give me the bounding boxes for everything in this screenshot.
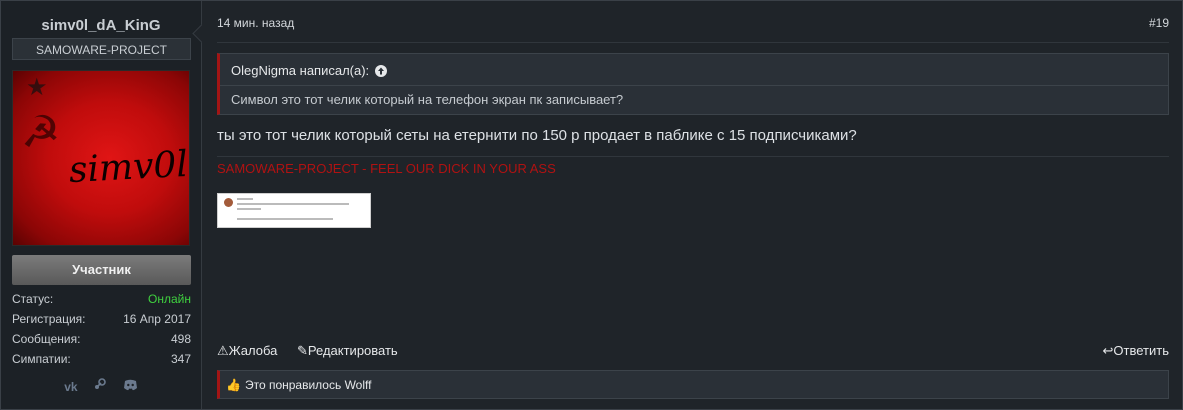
- reply-label: Ответить: [1113, 343, 1169, 358]
- signature-divider: [217, 156, 1169, 157]
- user-sidebar: simv0l_dA_KinG SAMOWARE-PROJECT ★ ☭ simv…: [1, 1, 202, 409]
- reply-icon: ↩: [1102, 343, 1114, 358]
- stat-label: Сообщения:: [12, 332, 81, 346]
- discord-icon[interactable]: [123, 379, 138, 394]
- report-button[interactable]: ⚠Жалоба: [217, 343, 277, 359]
- attachment-line: [237, 208, 261, 210]
- stat-label: Симпатии:: [12, 352, 71, 366]
- post-time[interactable]: 14 мин. назад: [217, 16, 294, 30]
- quote-block: OlegNigma написал(а): Символ это тот чел…: [217, 53, 1169, 115]
- stat-row-registration: Регистрация: 16 Апр 2017: [12, 309, 191, 329]
- user-stats: Статус: Онлайн Регистрация: 16 Апр 2017 …: [12, 289, 191, 369]
- reply-button[interactable]: ↩Ответить: [1103, 343, 1169, 359]
- stat-row-likes: Симпатии: 347: [12, 349, 191, 369]
- stat-value[interactable]: 498: [171, 329, 191, 349]
- avatar[interactable]: ★ ☭ simv0l: [12, 70, 190, 246]
- stat-label: Регистрация:: [12, 312, 86, 326]
- vk-icon[interactable]: vk: [64, 380, 77, 394]
- contact-icons: vk: [1, 377, 201, 394]
- hammer-sickle-icon: ☭: [21, 108, 61, 157]
- post-content: 14 мин. назад #19 OlegNigma написал(а): …: [192, 1, 1182, 409]
- stat-label: Статус:: [12, 292, 54, 306]
- user-role-badge: Участник: [12, 255, 191, 285]
- quote-author[interactable]: OlegNigma написал(а):: [231, 63, 387, 80]
- thumbs-up-icon: 👍: [226, 378, 241, 392]
- pencil-icon: ✎: [297, 343, 308, 358]
- edit-label: Редактировать: [307, 343, 398, 358]
- quote-divider: [220, 85, 1168, 86]
- star-icon: ★: [26, 74, 48, 101]
- stat-row-status: Статус: Онлайн: [12, 289, 191, 309]
- likes-bar: 👍 Это понравилось Wolff: [217, 370, 1169, 399]
- signature-text: SAMOWARE-PROJECT - FEEL OUR DICK IN YOUR…: [217, 161, 556, 176]
- message-text: ты это тот челик который сеты на етернит…: [217, 127, 857, 144]
- warning-icon: ⚠: [217, 343, 229, 358]
- stat-value: 347: [170, 352, 191, 366]
- user-title: SAMOWARE-PROJECT: [12, 38, 191, 60]
- quote-text: Символ это тот челик который на телефон …: [231, 92, 624, 107]
- stat-value: 16 Апр 2017: [123, 312, 191, 326]
- attachment-thumbnail[interactable]: [217, 193, 371, 228]
- report-label: Жалоба: [228, 343, 278, 358]
- avatar-text: simv0l: [68, 143, 189, 192]
- post-number[interactable]: #19: [1149, 16, 1169, 30]
- stat-value: Онлайн: [148, 292, 191, 306]
- attachment-line: [237, 203, 349, 205]
- edit-button[interactable]: ✎Редактировать: [297, 343, 398, 359]
- username-link[interactable]: simv0l_dA_KinG: [1, 17, 201, 34]
- attachment-avatar: [224, 198, 233, 207]
- attachment-line: [237, 218, 333, 220]
- arrow-up-circle-icon[interactable]: [374, 65, 387, 80]
- attachment-line: [237, 198, 253, 200]
- forum-post: simv0l_dA_KinG SAMOWARE-PROJECT ★ ☭ simv…: [0, 0, 1183, 410]
- stat-row-messages: Сообщения: 498: [12, 329, 191, 349]
- divider: [217, 42, 1169, 43]
- likes-text[interactable]: Это понравилось Wolff: [245, 378, 372, 392]
- quote-author-label: OlegNigma написал(а):: [231, 63, 370, 78]
- steam-icon[interactable]: [93, 377, 107, 394]
